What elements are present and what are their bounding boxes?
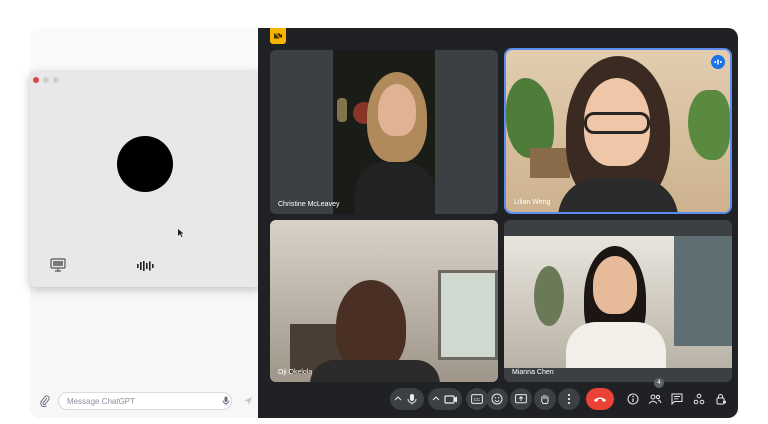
screen: Christine McLeavey Lilian Weng Oji Okelo… (0, 0, 768, 424)
voice-mode-window (30, 72, 262, 287)
attach-icon[interactable] (38, 394, 52, 408)
window-background (674, 236, 732, 346)
camera-control[interactable] (428, 388, 462, 410)
emoji-button[interactable] (486, 388, 508, 410)
mic-icon[interactable] (220, 395, 232, 407)
participant-face (336, 280, 406, 372)
chat-composer (38, 392, 252, 410)
call-controls: CC 4 (258, 378, 738, 412)
participant-tile[interactable]: Lilian Weng (504, 48, 732, 214)
plant-right (688, 90, 730, 160)
participant-tile[interactable]: Oji Okelola (270, 220, 498, 382)
participant-face (593, 256, 637, 314)
close-window-button[interactable] (33, 77, 39, 83)
mic-control[interactable] (390, 388, 424, 410)
message-input[interactable] (58, 392, 232, 410)
people-button[interactable] (646, 388, 664, 410)
participant-tile[interactable]: Christine McLeavey (270, 50, 498, 214)
participant-tile[interactable]: Mianna Chen (504, 220, 732, 382)
window-background (438, 270, 498, 360)
participant-name: Mianna Chen (512, 369, 554, 376)
meet-badge-icon[interactable] (270, 28, 286, 44)
speaking-indicator-icon (711, 55, 725, 69)
raise-hand-button[interactable] (534, 388, 556, 410)
activities-button[interactable] (690, 388, 708, 410)
participant-body (355, 162, 435, 214)
zoom-window-button[interactable] (53, 77, 59, 83)
minimize-window-button[interactable] (43, 77, 49, 83)
voice-wave-icon[interactable] (136, 259, 156, 271)
participant-name: Oji Okelola (278, 369, 313, 376)
background-lights (337, 98, 347, 122)
svg-text:CC: CC (474, 397, 481, 402)
mouse-cursor (178, 224, 184, 237)
window-controls (33, 77, 59, 83)
info-button[interactable] (624, 388, 642, 410)
people-count-badge: 4 (654, 378, 664, 388)
captions-button[interactable]: CC (466, 388, 488, 410)
bookshelf (530, 148, 570, 178)
screen-share-icon[interactable] (50, 258, 66, 272)
plant-background (534, 266, 564, 326)
send-icon[interactable] (242, 395, 254, 407)
more-options-button[interactable] (558, 388, 580, 410)
participant-body (310, 360, 440, 382)
participant-face (378, 84, 416, 136)
host-controls-button[interactable] (712, 388, 730, 410)
participant-name: Christine McLeavey (278, 201, 340, 208)
present-button[interactable] (510, 388, 532, 410)
participant-video (333, 50, 435, 214)
participant-body (566, 322, 666, 368)
voice-orb (117, 136, 173, 192)
participant-video (504, 236, 732, 368)
glasses (584, 112, 650, 134)
meet-window: Christine McLeavey Lilian Weng Oji Okelo… (258, 28, 738, 418)
end-call-button[interactable] (586, 388, 614, 410)
participant-name: Lilian Weng (514, 199, 551, 206)
chat-header-area (30, 28, 260, 72)
chat-button[interactable] (668, 388, 686, 410)
